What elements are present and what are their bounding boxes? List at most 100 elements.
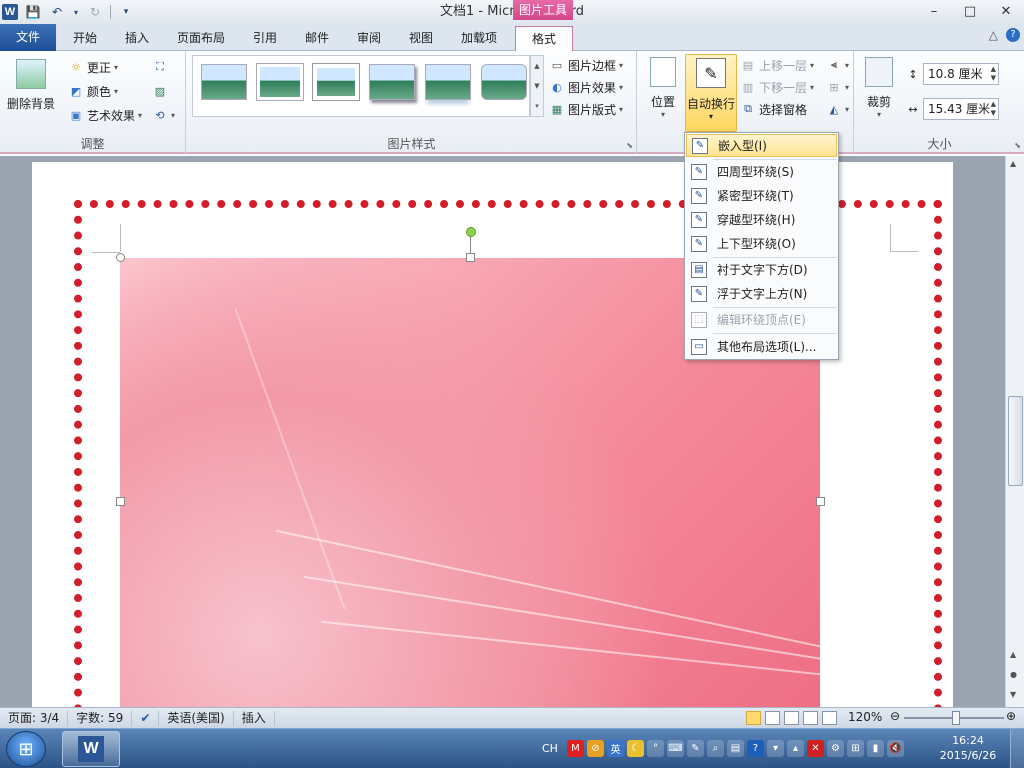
undo-dropdown-icon[interactable]: ▾	[72, 3, 80, 21]
resize-handle[interactable]	[116, 497, 125, 506]
ime-m-icon[interactable]: M	[566, 740, 584, 757]
menu-item-top-bottom[interactable]: ✎ 上下型环绕(O)	[686, 232, 837, 255]
artistic-effects-button[interactable]: ▣ 艺术效果 ▾	[68, 105, 142, 125]
full-screen-reading-view-button[interactable]	[765, 711, 780, 725]
zoom-thumb[interactable]	[952, 711, 960, 725]
ime-more-icon[interactable]: ▾	[766, 740, 784, 757]
scroll-up-icon[interactable]: ▲	[1010, 650, 1016, 659]
tab-file[interactable]: 文件	[0, 24, 56, 51]
ime-tools-icon[interactable]: ✎	[686, 740, 704, 757]
draft-view-button[interactable]	[822, 711, 837, 725]
style-thumb-2[interactable]	[256, 63, 304, 101]
page-count[interactable]: 页面: 3/4	[0, 710, 69, 726]
redo-icon[interactable]: ↻	[86, 3, 104, 21]
tab-mailings[interactable]: 邮件	[300, 27, 334, 51]
document-area[interactable]	[0, 156, 1005, 707]
menu-item-through[interactable]: ✎ 穿越型环绕(H)	[686, 208, 837, 231]
undo-icon[interactable]: ↶	[48, 3, 66, 21]
position-button[interactable]: 位置 ▾	[646, 57, 680, 119]
rotation-handle[interactable]	[466, 227, 476, 237]
ime-block-icon[interactable]: ⊘	[586, 740, 604, 757]
tab-page-layout[interactable]: 页面布局	[172, 27, 230, 51]
wrap-text-button[interactable]: ✎ 自动换行 ▾	[685, 54, 737, 132]
menu-item-in-front-of-text[interactable]: ✎ 浮于文字上方(N)	[686, 282, 837, 305]
keyboard-icon[interactable]: ⌨	[666, 740, 684, 757]
corrections-button[interactable]: ☼ 更正 ▾	[68, 57, 118, 77]
gallery-scroll[interactable]: ▲ ▼ ▾	[530, 55, 544, 117]
tab-insert[interactable]: 插入	[120, 27, 154, 51]
close-button[interactable]: ✕	[988, 0, 1024, 22]
selection-pane-button[interactable]: ⧉ 选择窗格	[740, 99, 807, 119]
group-button[interactable]: ⊞ ▾	[826, 77, 849, 97]
style-thumb-3[interactable]	[312, 63, 360, 101]
proofing-icon[interactable]: ✔	[132, 710, 160, 726]
picture-border-button[interactable]: ▭ 图片边框 ▾	[549, 55, 623, 75]
rotate-button[interactable]: ◭ ▾	[826, 99, 849, 119]
align-button[interactable]: ⫷ ▾	[826, 55, 849, 75]
zoom-out-icon[interactable]: ⊖	[890, 709, 900, 723]
show-desktop-button[interactable]	[1010, 729, 1024, 768]
insert-mode[interactable]: 插入	[234, 710, 275, 726]
tab-review[interactable]: 审阅	[352, 27, 386, 51]
width-spinner[interactable]: ▲ ▼	[991, 100, 996, 118]
gallery-down-icon[interactable]: ▼	[534, 82, 539, 90]
word-count[interactable]: 字数: 59	[68, 710, 133, 726]
menu-item-more-layout-options[interactable]: ▭ 其他布局选项(L)...	[686, 335, 837, 358]
browse-object-icon[interactable]: ●	[1010, 670, 1017, 679]
send-backward-button[interactable]: ▥ 下移一层 ▾	[740, 77, 814, 97]
gallery-up-icon[interactable]: ▲	[534, 62, 539, 70]
color-button[interactable]: ◩ 颜色 ▾	[68, 81, 118, 101]
show-hidden-icons[interactable]: ▴	[786, 740, 804, 757]
gallery-more-icon[interactable]: ▾	[535, 102, 539, 110]
tab-home[interactable]: 开始	[68, 27, 102, 51]
menu-item-inline[interactable]: ✎ 嵌入型(I)	[686, 134, 837, 157]
scroll-up-icon[interactable]: ▲	[1010, 159, 1016, 168]
crop-button[interactable]: 裁剪 ▾	[861, 57, 897, 119]
reset-picture-button[interactable]: ⟲ ▾	[152, 105, 175, 125]
ime-chinese-icon[interactable]: 英	[606, 740, 624, 757]
zoom-slider[interactable]: ⊖ ⊕	[890, 709, 1020, 725]
print-layout-view-button[interactable]	[746, 711, 761, 725]
minimize-button[interactable]: –	[916, 0, 952, 22]
style-thumb-1[interactable]	[201, 64, 247, 100]
width-input[interactable]: 15.43 厘米 ▲ ▼	[923, 98, 999, 120]
zoom-in-icon[interactable]: ⊕	[1006, 709, 1016, 723]
menu-item-behind-text[interactable]: ▤ 衬于文字下方(D)	[686, 258, 837, 281]
tab-view[interactable]: 视图	[404, 27, 438, 51]
style-thumb-6[interactable]	[481, 64, 527, 100]
minimize-ribbon-icon[interactable]: △	[989, 28, 998, 42]
security-alert-icon[interactable]: ✕	[806, 740, 824, 757]
volume-muted-icon[interactable]: 🔇	[886, 740, 904, 757]
action-center-icon[interactable]: ⊞	[846, 740, 864, 757]
tab-format[interactable]: 格式	[515, 26, 573, 52]
word-app-icon[interactable]: W	[2, 4, 18, 20]
network-icon[interactable]: ▮	[866, 740, 884, 757]
menu-item-tight[interactable]: ✎ 紧密型环绕(T)	[686, 184, 837, 207]
customize-qat-icon[interactable]: ▾	[117, 3, 135, 21]
tab-addins[interactable]: 加载项	[456, 27, 502, 51]
ime-indicator[interactable]: CH	[542, 742, 558, 755]
vertical-scrollbar[interactable]: ▲ ▲ ● ▼	[1005, 156, 1024, 707]
scroll-thumb[interactable]	[1008, 396, 1023, 486]
ime-moon-icon[interactable]: ☾	[626, 740, 644, 757]
help-icon[interactable]: ?	[1006, 28, 1020, 42]
dialog-launcher-icon[interactable]: ⬊	[1014, 141, 1021, 150]
help-icon[interactable]: ?	[746, 740, 764, 757]
resize-handle[interactable]	[116, 253, 125, 262]
taskbar-word-button[interactable]: W	[62, 731, 120, 767]
ime-punct-icon[interactable]: °	[646, 740, 664, 757]
resize-handle[interactable]	[816, 497, 825, 506]
menu-item-square[interactable]: ✎ 四周型环绕(S)	[686, 160, 837, 183]
height-spinner[interactable]: ▲ ▼	[991, 65, 996, 83]
height-input[interactable]: 10.8 厘米 ▲ ▼	[923, 63, 999, 85]
style-thumb-5[interactable]	[425, 64, 471, 100]
maximize-button[interactable]: □	[952, 0, 988, 22]
ime-settings-icon[interactable]: ▤	[726, 740, 744, 757]
tab-references[interactable]: 引用	[248, 27, 282, 51]
start-button[interactable]: ⊞	[6, 731, 46, 767]
web-layout-view-button[interactable]	[784, 711, 799, 725]
picture-layout-button[interactable]: ▦ 图片版式 ▾	[549, 99, 623, 119]
remove-background-button[interactable]: 删除背景	[4, 59, 58, 112]
menu-item-edit-wrap-points[interactable]: ⬚ 编辑环绕顶点(E)	[686, 308, 837, 331]
change-picture-button[interactable]: ▨	[152, 81, 168, 101]
